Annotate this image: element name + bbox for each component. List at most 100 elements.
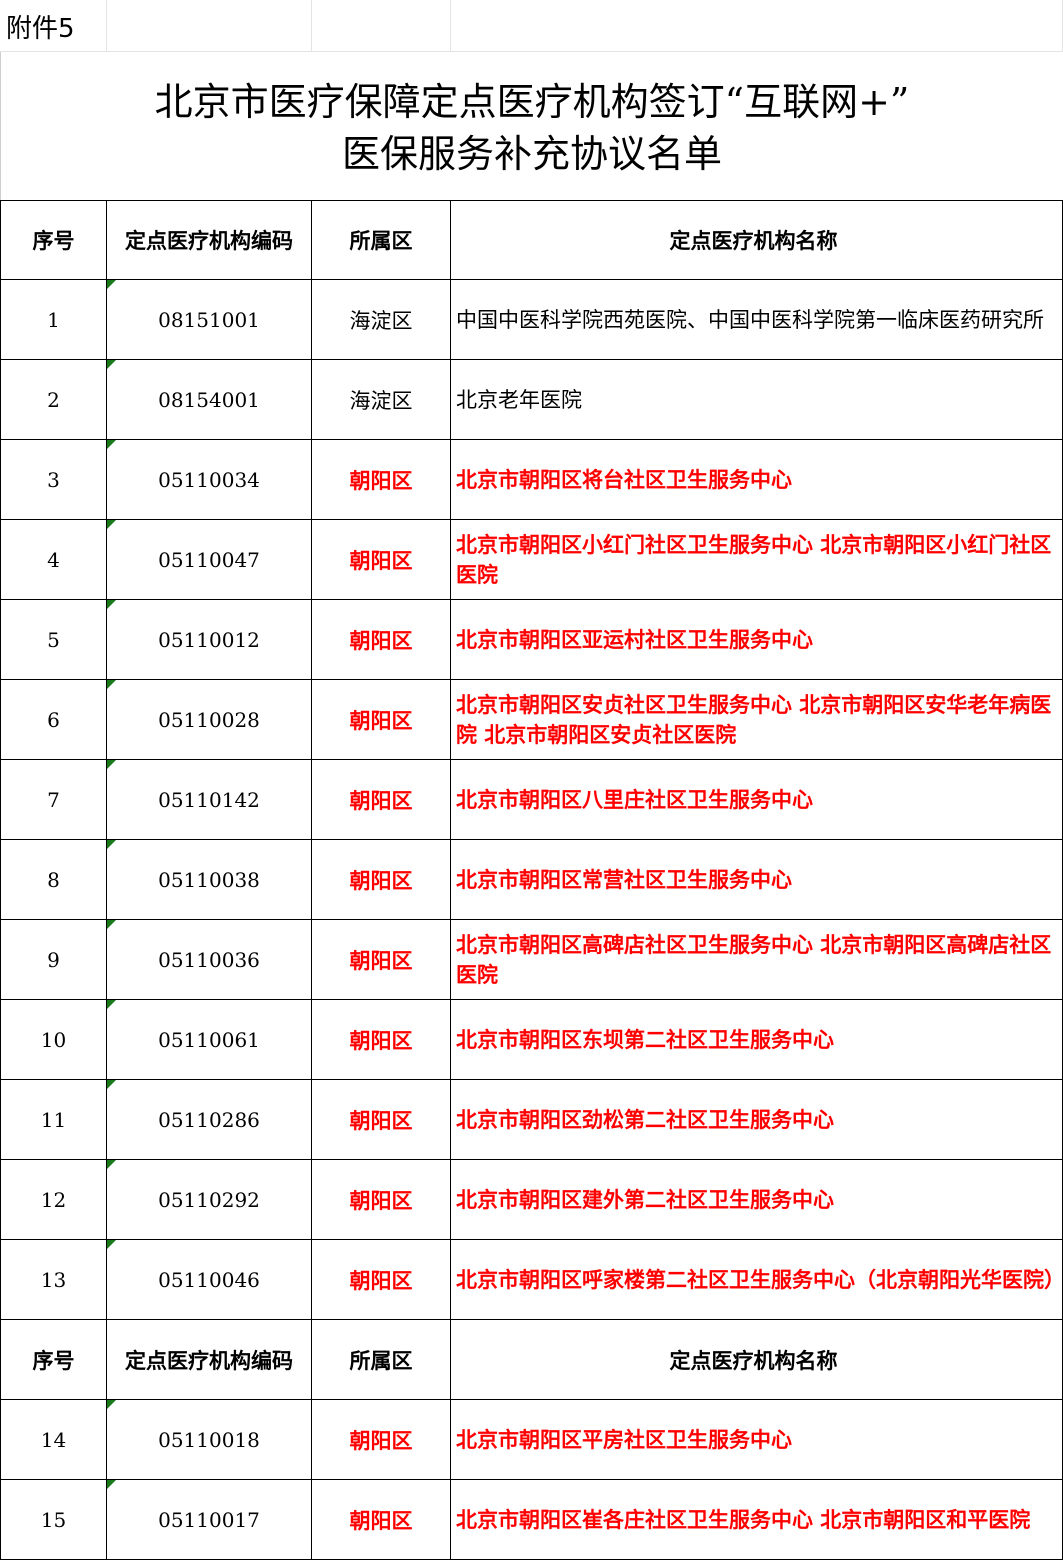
header-cell-code[interactable]: 定点医疗机构编码 <box>107 1320 312 1400</box>
district-cell[interactable]: 海淀区 <box>312 280 451 360</box>
seq-value: 10 <box>40 1027 67 1052</box>
name-cell[interactable]: 北京市朝阳区劲松第二社区卫生服务中心 <box>451 1080 1063 1160</box>
seq-cell[interactable]: 5 <box>0 600 107 680</box>
district-cell[interactable]: 朝阳区 <box>312 520 451 600</box>
code-cell[interactable]: 05110047 <box>107 520 312 600</box>
district-cell[interactable]: 海淀区 <box>312 360 451 440</box>
name-cell[interactable]: 北京市朝阳区崔各庄社区卫生服务中心 北京市朝阳区和平医院 <box>451 1480 1063 1560</box>
name-cell[interactable]: 北京市朝阳区八里庄社区卫生服务中心 <box>451 760 1063 840</box>
institution-name: 北京市朝阳区高碑店社区卫生服务中心 北京市朝阳区高碑店社区医院 <box>456 931 1052 987</box>
name-cell[interactable]: 北京市朝阳区小红门社区卫生服务中心 北京市朝阳区小红门社区医院 <box>451 520 1063 600</box>
table-row: 6 05110028 朝阳区 北京市朝阳区安贞社区卫生服务中心 北京市朝阳区安华老年病… <box>0 680 1063 760</box>
seq-cell[interactable]: 13 <box>0 1240 107 1320</box>
name-cell[interactable]: 北京市朝阳区高碑店社区卫生服务中心 北京市朝阳区高碑店社区医院 <box>451 920 1063 1000</box>
seq-cell[interactable]: 14 <box>0 1400 107 1480</box>
code-cell[interactable]: 05110286 <box>107 1080 312 1160</box>
name-cell[interactable]: 北京市朝阳区安贞社区卫生服务中心 北京市朝阳区安华老年病医院 北京市朝阳区安贞社… <box>451 680 1063 760</box>
cell-d1[interactable] <box>451 0 1063 52</box>
code-cell[interactable]: 05110028 <box>107 680 312 760</box>
seq-cell[interactable]: 8 <box>0 840 107 920</box>
code-value: 05110038 <box>158 867 260 892</box>
comment-marker-icon <box>107 440 116 449</box>
name-cell[interactable]: 北京市朝阳区建外第二社区卫生服务中心 <box>451 1160 1063 1240</box>
comment-marker-icon <box>107 1400 116 1409</box>
table-row: 8 05110038 朝阳区 北京市朝阳区常营社区卫生服务中心 <box>0 840 1063 920</box>
cell-c1[interactable] <box>312 0 451 52</box>
header-cell-name[interactable]: 定点医疗机构名称 <box>451 200 1063 280</box>
header-cell-name[interactable]: 定点医疗机构名称 <box>451 1320 1063 1400</box>
header-cell-seq[interactable]: 序号 <box>0 1320 107 1400</box>
institution-name: 北京市朝阳区亚运村社区卫生服务中心 <box>456 626 813 652</box>
comment-marker-icon <box>107 760 116 769</box>
district-cell[interactable]: 朝阳区 <box>312 440 451 520</box>
seq-cell[interactable]: 1 <box>0 280 107 360</box>
district-cell[interactable]: 朝阳区 <box>312 1240 451 1320</box>
seq-cell[interactable]: 4 <box>0 520 107 600</box>
table-row: 3 05110034 朝阳区 北京市朝阳区将台社区卫生服务中心 <box>0 440 1063 520</box>
district-cell[interactable]: 朝阳区 <box>312 1080 451 1160</box>
institution-name: 中国中医科学院西苑医院、中国中医科学院第一临床医药研究所 <box>456 307 1044 332</box>
name-cell[interactable]: 北京老年医院 <box>451 360 1063 440</box>
seq-value: 6 <box>47 707 60 732</box>
code-value: 05110012 <box>158 627 260 652</box>
district-cell[interactable]: 朝阳区 <box>312 680 451 760</box>
table-row: 10 05110061 朝阳区 北京市朝阳区东坝第二社区卫生服务中心 <box>0 1000 1063 1080</box>
district-cell[interactable]: 朝阳区 <box>312 1000 451 1080</box>
district-cell[interactable]: 朝阳区 <box>312 1160 451 1240</box>
code-value: 05110142 <box>158 787 260 812</box>
district-value: 朝阳区 <box>349 867 413 893</box>
seq-value: 9 <box>47 947 60 972</box>
district-cell[interactable]: 朝阳区 <box>312 920 451 1000</box>
district-value: 朝阳区 <box>349 1507 413 1533</box>
code-cell[interactable]: 05110036 <box>107 920 312 1000</box>
name-cell[interactable]: 中国中医科学院西苑医院、中国中医科学院第一临床医药研究所 <box>451 280 1063 360</box>
header-cell-district[interactable]: 所属区 <box>312 200 451 280</box>
seq-value: 7 <box>47 787 60 812</box>
cell-b1[interactable] <box>107 0 312 52</box>
comment-marker-icon <box>107 1160 116 1169</box>
code-cell[interactable]: 05110017 <box>107 1480 312 1560</box>
code-cell[interactable]: 05110012 <box>107 600 312 680</box>
seq-cell[interactable]: 7 <box>0 760 107 840</box>
comment-marker-icon <box>107 520 116 529</box>
name-cell[interactable]: 北京市朝阳区常营社区卫生服务中心 <box>451 840 1063 920</box>
seq-cell[interactable]: 3 <box>0 440 107 520</box>
comment-marker-icon <box>107 840 116 849</box>
district-cell[interactable]: 朝阳区 <box>312 760 451 840</box>
district-cell[interactable]: 朝阳区 <box>312 1400 451 1480</box>
code-cell[interactable]: 05110142 <box>107 760 312 840</box>
seq-cell[interactable]: 15 <box>0 1480 107 1560</box>
code-cell[interactable]: 05110018 <box>107 1400 312 1480</box>
header-cell-district[interactable]: 所属区 <box>312 1320 451 1400</box>
seq-cell[interactable]: 9 <box>0 920 107 1000</box>
name-cell[interactable]: 北京市朝阳区呼家楼第二社区卫生服务中心（北京朝阳光华医院） <box>451 1240 1063 1320</box>
code-cell[interactable]: 05110046 <box>107 1240 312 1320</box>
name-cell[interactable]: 北京市朝阳区将台社区卫生服务中心 <box>451 440 1063 520</box>
code-cell[interactable]: 08151001 <box>107 280 312 360</box>
seq-cell[interactable]: 6 <box>0 680 107 760</box>
code-value: 05110047 <box>158 547 260 572</box>
code-cell[interactable]: 08154001 <box>107 360 312 440</box>
header-cell-code[interactable]: 定点医疗机构编码 <box>107 200 312 280</box>
header-cell-seq[interactable]: 序号 <box>0 200 107 280</box>
district-cell[interactable]: 朝阳区 <box>312 600 451 680</box>
seq-cell[interactable]: 10 <box>0 1000 107 1080</box>
code-cell[interactable]: 05110038 <box>107 840 312 920</box>
code-cell[interactable]: 05110292 <box>107 1160 312 1240</box>
code-value: 05110061 <box>158 1027 260 1052</box>
name-cell[interactable]: 北京市朝阳区东坝第二社区卫生服务中心 <box>451 1000 1063 1080</box>
code-cell[interactable]: 05110034 <box>107 440 312 520</box>
institution-name: 北京市朝阳区崔各庄社区卫生服务中心 北京市朝阳区和平医院 <box>456 1506 1031 1532</box>
cell-a1[interactable]: 附件5 <box>0 0 107 52</box>
seq-cell[interactable]: 12 <box>0 1160 107 1240</box>
code-cell[interactable]: 05110061 <box>107 1000 312 1080</box>
seq-cell[interactable]: 11 <box>0 1080 107 1160</box>
header-label-seq: 序号 <box>32 1348 75 1373</box>
institution-name: 北京市朝阳区劲松第二社区卫生服务中心 <box>456 1106 834 1132</box>
name-cell[interactable]: 北京市朝阳区平房社区卫生服务中心 <box>451 1400 1063 1480</box>
seq-cell[interactable]: 2 <box>0 360 107 440</box>
name-cell[interactable]: 北京市朝阳区亚运村社区卫生服务中心 <box>451 600 1063 680</box>
code-value: 05110292 <box>158 1187 260 1212</box>
district-cell[interactable]: 朝阳区 <box>312 1480 451 1560</box>
district-cell[interactable]: 朝阳区 <box>312 840 451 920</box>
